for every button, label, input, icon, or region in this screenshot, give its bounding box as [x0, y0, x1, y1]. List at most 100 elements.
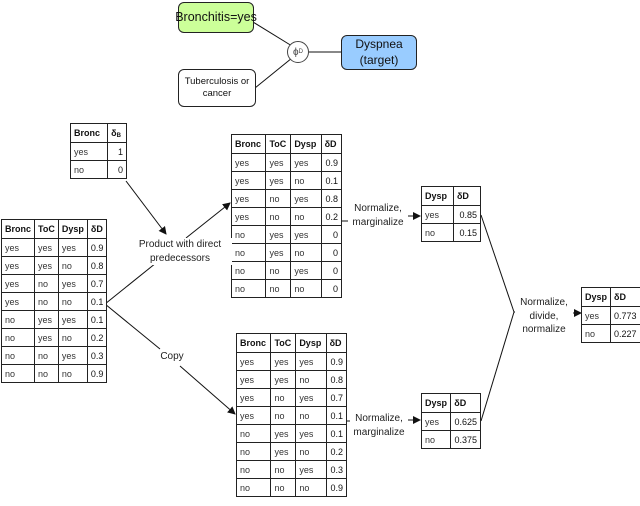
- arrow-evidence-to-product: [125, 180, 167, 235]
- table-row: yes yes yes 0.9: [235, 352, 348, 371]
- table-cell: 0.1: [325, 406, 348, 425]
- table-cell: no: [57, 256, 88, 275]
- table-cell: 0.773: [610, 306, 640, 325]
- evidence-table: Bronc δB yes 1 no 0: [69, 123, 127, 179]
- table-cell: no: [580, 324, 612, 343]
- table-cell: 0.1: [325, 424, 348, 443]
- product-label-line2: predecessors: [149, 252, 211, 264]
- table-row: no no no 0.9: [235, 478, 348, 497]
- edge-toc-factor: [254, 57, 293, 89]
- table-cell: no: [57, 328, 88, 347]
- table-cell: no: [235, 478, 272, 497]
- table-cell: 0.15: [452, 223, 482, 242]
- table-cell: 0.7: [86, 274, 108, 293]
- table-cell: 0.9: [86, 238, 108, 257]
- table-cell: yes: [230, 153, 267, 172]
- arrow-copy-to-table: [179, 365, 236, 415]
- column-header: Bronc: [235, 333, 272, 353]
- table-row: no yes yes 0: [230, 225, 343, 244]
- table-cell: no: [290, 279, 322, 298]
- table-cell: no: [230, 261, 267, 280]
- table-cell: 0.8: [86, 256, 108, 275]
- normalize-top-line2: marginalize: [352, 216, 404, 228]
- table-cell: 0.9: [320, 153, 343, 172]
- table-cell: yes: [57, 274, 88, 293]
- edge-bottom-to-combine: [480, 311, 515, 422]
- table-row: yes yes yes 0.9: [230, 153, 343, 172]
- table-cell: no: [265, 189, 292, 208]
- table-row: yes no no 0.2: [230, 207, 343, 226]
- table-cell: yes: [34, 328, 59, 347]
- table-cell: no: [0, 328, 36, 347]
- table-cell: 0.9: [86, 364, 108, 383]
- table-cell: yes: [235, 406, 272, 425]
- table-cell: yes: [57, 238, 88, 257]
- table-cell: yes: [69, 142, 109, 161]
- final-label-line2: divide,: [529, 310, 559, 322]
- table-cell: 1: [107, 142, 127, 161]
- table-cell: 0.1: [320, 171, 343, 190]
- table-cell: yes: [265, 243, 292, 262]
- table-cell: yes: [290, 261, 322, 280]
- column-header: Bronc: [230, 134, 267, 154]
- normalize-marginalize-label-top: Normalize, marginalize: [348, 202, 408, 229]
- final-label-line3: normalize: [522, 324, 566, 335]
- column-header: Bronc: [69, 123, 109, 143]
- table-cell: yes: [290, 225, 322, 244]
- column-header: Dysp: [290, 134, 322, 154]
- table-cell: no: [265, 279, 292, 298]
- table-cell: no: [295, 370, 327, 389]
- table-cell: no: [0, 346, 36, 365]
- table-cell: yes: [235, 370, 272, 389]
- table-cell: yes: [295, 388, 327, 407]
- table-row: no no no 0: [230, 279, 343, 298]
- table-cell: no: [34, 274, 59, 293]
- table-cell: yes: [270, 352, 297, 371]
- table-cell: no: [235, 442, 272, 461]
- table-row: no no yes 0: [230, 261, 343, 280]
- table-cell: yes: [230, 189, 267, 208]
- table-cell: 0: [320, 225, 343, 244]
- table-cell: yes: [265, 225, 292, 244]
- factor-node-phi-d: ϕD: [287, 41, 309, 63]
- table-cell: 0.1: [86, 310, 108, 329]
- product-table: Bronc ToC Dysp δD yes yes yes 0.9 yes yes no 0.1 yes…: [230, 134, 343, 298]
- table-row: no yes no 0.2: [0, 328, 108, 347]
- table-row: no 0: [69, 160, 127, 179]
- edge-cpt-to-product: [104, 262, 157, 305]
- table-cell: 0.3: [325, 460, 348, 479]
- table-row: yes 1: [69, 142, 127, 161]
- edge-bronchitis-factor: [252, 21, 293, 47]
- evidence-node-bronchitis: Bronchitis=yes: [175, 2, 257, 33]
- table-cell: no: [0, 364, 36, 383]
- arrow-product-to-table: [185, 202, 231, 239]
- evidence-node-label: Bronchitis=yes: [175, 10, 257, 25]
- normalize-bottom-line1: Normalize,: [355, 413, 403, 424]
- table-cell: 0.1: [86, 292, 108, 311]
- column-header: Bronc: [0, 219, 36, 239]
- table-cell: no: [57, 292, 88, 311]
- table-cell: no: [230, 279, 267, 298]
- table-cell: 0.8: [325, 370, 348, 389]
- edge-cpt-to-copy: [104, 303, 161, 350]
- table-row: yes 0.773: [580, 306, 640, 325]
- table-cell: yes: [0, 292, 36, 311]
- table-row: yes 0.625: [420, 412, 481, 431]
- column-header: δD: [325, 333, 348, 353]
- copy-label: Copy: [157, 350, 187, 364]
- table-cell: no: [34, 346, 59, 365]
- table-row: yes yes no 0.8: [235, 370, 348, 389]
- table-cell: yes: [265, 171, 292, 190]
- table-row: no no no 0.9: [0, 364, 108, 383]
- column-header: ToC: [34, 219, 59, 239]
- table-cell: no: [230, 243, 267, 262]
- normalize-divide-normalize-label: Normalize, divide, normalize: [515, 296, 573, 337]
- table-cell: yes: [230, 171, 267, 190]
- column-header: Dysp: [421, 186, 454, 206]
- final-label-line1: Normalize,: [520, 297, 568, 308]
- table-row: yes no yes 0.7: [235, 388, 348, 407]
- column-header: δD: [610, 287, 640, 307]
- table-cell: no: [270, 460, 297, 479]
- normalize-top-line1: Normalize,: [354, 203, 402, 214]
- table-row: no no yes 0.3: [235, 460, 348, 479]
